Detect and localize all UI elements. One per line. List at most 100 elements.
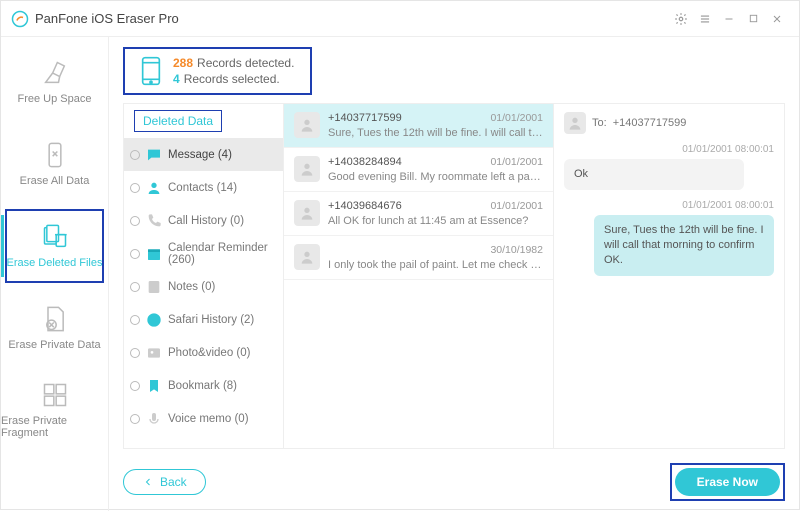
radio-icon [130,282,140,292]
message-number: +14039684676 [328,200,402,212]
category-item-safari[interactable]: Safari History (2) [124,303,283,336]
erase-now-button[interactable]: Erase Now [675,468,780,496]
sidebar-item-erase-all-data[interactable]: Erase All Data [1,123,108,205]
phone-icon [141,56,161,86]
message-date: 01/01/2001 [490,200,543,212]
erase-now-highlight: Erase Now [670,463,785,501]
category-label: Voice memo (0) [168,413,249,425]
avatar [294,244,320,270]
category-label: Bookmark (8) [168,380,237,392]
main-area: Free Up Space Erase All Data Erase Delet… [1,37,799,511]
footer: Back Erase Now [123,463,785,501]
sidebar-item-free-up-space[interactable]: Free Up Space [1,41,108,123]
safari-icon [146,312,162,328]
message-number: +14037717599 [328,112,402,124]
avatar [564,112,586,134]
notes-icon [146,279,162,295]
message-date: 01/01/2001 [490,112,543,124]
radio-icon [130,249,140,259]
category-item-photo-video[interactable]: Photo&video (0) [124,336,283,369]
bubble-text: Sure, Tues the 12th will be fine. I will… [594,215,774,276]
app-title: PanFone iOS Eraser Pro [35,11,179,26]
message-preview: I only took the pail of paint. Let me ch… [328,259,543,271]
category-label: Calendar Reminder (260) [168,242,275,266]
back-label: Back [160,475,187,489]
radio-icon [130,414,140,424]
avatar [294,156,320,182]
message-item[interactable]: +14039684676 01/01/2001 All OK for lunch a… [284,192,553,236]
conversation-header: To:+14037717599 [564,112,774,134]
message-item[interactable]: 30/10/1982 I only took the pail of paint.… [284,236,553,280]
radio-icon [130,216,140,226]
menu-icon[interactable] [693,7,717,31]
to-prefix: To: [592,117,607,129]
radio-icon [130,348,140,358]
records-summary: 288 Records detected. 4 Records selected. [123,47,312,95]
bubble-text: Ok [564,159,744,190]
message-preview: Sure, Tues the 12th will be fine. I will… [328,127,543,139]
titlebar: PanFone iOS Eraser Pro [1,1,799,37]
message-preview: Good evening Bill. My roommate left a pa… [328,171,543,183]
bubble-incoming: 01/01/2001 08:00:01 Ok [564,144,774,190]
message-item[interactable]: +14037717599 01/01/2001 Sure, Tues the 12t… [284,104,553,148]
category-list: Message (4) Contacts (14) Call History (… [124,138,283,435]
mic-icon [146,411,162,427]
category-item-calendar[interactable]: Calendar Reminder (260) [124,237,283,270]
category-item-message[interactable]: Message (4) [124,138,283,171]
radio-icon [130,381,140,391]
sidebar-item-label: Erase Private Fragment [1,415,108,439]
message-date: 01/01/2001 [490,156,543,168]
category-item-voice-memo[interactable]: Voice memo (0) [124,402,283,435]
back-button[interactable]: Back [123,469,206,495]
minimize-button[interactable] [717,7,741,31]
radio-icon [130,150,140,160]
message-item[interactable]: +14038284894 01/01/2001 Good evening Bill.… [284,148,553,192]
records-selected-label: Records selected. [184,72,280,86]
bubble-outgoing: 01/01/2001 08:00:01 Sure, Tues the 12th … [564,200,774,276]
bubble-time: 01/01/2001 08:00:01 [564,200,774,211]
category-item-bookmark[interactable]: Bookmark (8) [124,369,283,402]
category-item-notes[interactable]: Notes (0) [124,270,283,303]
maximize-button[interactable] [741,7,765,31]
sidebar-item-erase-deleted-files[interactable]: Erase Deleted Files [1,205,108,287]
bookmark-icon [146,378,162,394]
phone-icon [146,213,162,229]
close-button[interactable] [765,7,789,31]
content: 288Records detected. 4Records selected. … [109,37,799,511]
sidebar-item-label: Free Up Space [18,93,92,105]
data-panel: Deleted Data Message (4) Contacts (14) C… [123,103,785,449]
contacts-icon [146,180,162,196]
avatar [294,112,320,138]
message-list: +14037717599 01/01/2001 Sure, Tues the 12t… [284,104,554,448]
files-trash-icon [41,223,69,251]
message-date: 30/10/1982 [490,244,543,256]
message-number: +14038284894 [328,156,402,168]
category-label: Photo&video (0) [168,347,250,359]
sidebar-item-erase-private-data[interactable]: Erase Private Data [1,287,108,369]
fragment-icon [41,381,69,409]
bubble-time: 01/01/2001 08:00:01 [564,144,774,155]
phone-x-icon [41,141,69,169]
category-label: Safari History (2) [168,314,254,326]
sidebar-item-label: Erase All Data [20,175,90,187]
radio-icon [130,183,140,193]
category-label: Contacts (14) [168,182,237,194]
category-item-call-history[interactable]: Call History (0) [124,204,283,237]
category-label: Message (4) [168,149,232,161]
message-preview: All OK for lunch at 11:45 am at Essence? [328,215,543,227]
message-icon [146,147,162,163]
records-detected-label: Records detected. [197,56,294,70]
sidebar-item-erase-private-fragment[interactable]: Erase Private Fragment [1,369,108,451]
app-logo-icon [11,10,29,28]
records-selected-count: 4 [173,72,180,86]
category-title: Deleted Data [134,110,222,132]
avatar [294,200,320,226]
sidebar: Free Up Space Erase All Data Erase Delet… [1,37,109,511]
records-detected-count: 288 [173,56,193,70]
settings-icon[interactable] [669,7,693,31]
calendar-icon [146,246,162,262]
file-x-icon [41,305,69,333]
sidebar-item-label: Erase Private Data [8,339,100,351]
category-item-contacts[interactable]: Contacts (14) [124,171,283,204]
radio-icon [130,315,140,325]
